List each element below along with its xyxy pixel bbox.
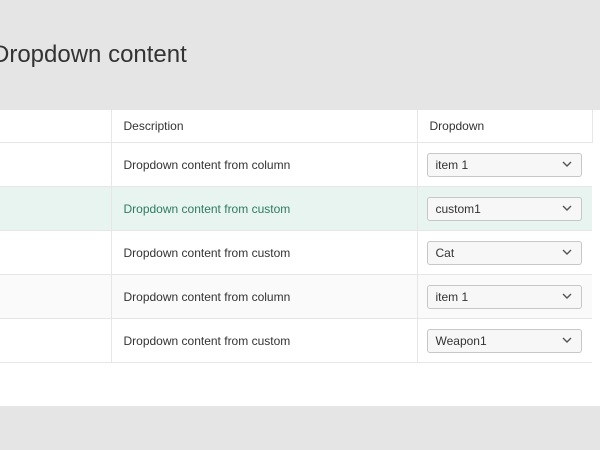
table-row[interactable]: Dropdown content from column item 1 — [0, 274, 592, 319]
description-cell[interactable]: Dropdown content from custom — [110, 186, 417, 231]
dropdown-value: item 1 — [435, 289, 469, 304]
chevron-down-icon — [562, 205, 571, 211]
page-footer-area — [0, 406, 600, 450]
column-header-first[interactable] — [0, 110, 111, 143]
dropdown-select[interactable]: Cat — [426, 240, 582, 265]
description-cell[interactable]: Dropdown content from column — [110, 274, 417, 319]
header-row: Description Dropdown — [0, 110, 593, 143]
description-cell[interactable]: Dropdown content from column — [110, 142, 417, 187]
first-cell[interactable] — [0, 230, 111, 275]
column-header-description[interactable]: Description — [110, 110, 417, 143]
table-row[interactable]: Dropdown content from custom custom1 — [0, 186, 592, 231]
dropdown-select[interactable]: Weapon1 — [426, 328, 582, 353]
dropdown-select[interactable]: item 1 — [426, 152, 582, 177]
chevron-down-icon — [562, 337, 571, 343]
dropdown-select[interactable]: item 1 — [426, 284, 582, 309]
table-row[interactable]: Dropdown content from custom Weapon1 — [0, 318, 592, 363]
dropdown-cell[interactable]: item 1 — [416, 274, 592, 319]
grid-table: Description Dropdown Dropdown content fr… — [0, 110, 593, 363]
dropdown-cell[interactable]: custom1 — [416, 186, 592, 231]
chevron-down-icon — [562, 161, 571, 167]
column-header-dropdown[interactable]: Dropdown — [416, 110, 593, 143]
description-cell[interactable]: Dropdown content from custom — [110, 318, 417, 363]
dropdown-cell[interactable]: item 1 — [416, 142, 592, 187]
page-title: Dropdown content — [0, 41, 187, 68]
table-row[interactable]: Dropdown content from custom Cat — [0, 230, 592, 275]
first-cell[interactable] — [0, 142, 111, 187]
dropdown-value: Weapon1 — [435, 333, 487, 348]
chevron-down-icon — [562, 293, 571, 299]
first-cell[interactable] — [0, 274, 111, 319]
dropdown-value: Cat — [435, 245, 455, 260]
dropdown-value: custom1 — [435, 201, 481, 216]
data-grid: Description Dropdown Dropdown content fr… — [0, 110, 600, 406]
dropdown-select[interactable]: custom1 — [426, 196, 582, 221]
first-cell[interactable] — [0, 318, 111, 363]
description-cell[interactable]: Dropdown content from custom — [110, 230, 417, 275]
dropdown-cell[interactable]: Cat — [416, 230, 592, 275]
table-row[interactable]: Dropdown content from column item 1 — [0, 142, 592, 187]
dropdown-value: item 1 — [435, 157, 469, 172]
first-cell[interactable] — [0, 186, 111, 231]
chevron-down-icon — [562, 249, 571, 255]
dropdown-cell[interactable]: Weapon1 — [416, 318, 592, 363]
